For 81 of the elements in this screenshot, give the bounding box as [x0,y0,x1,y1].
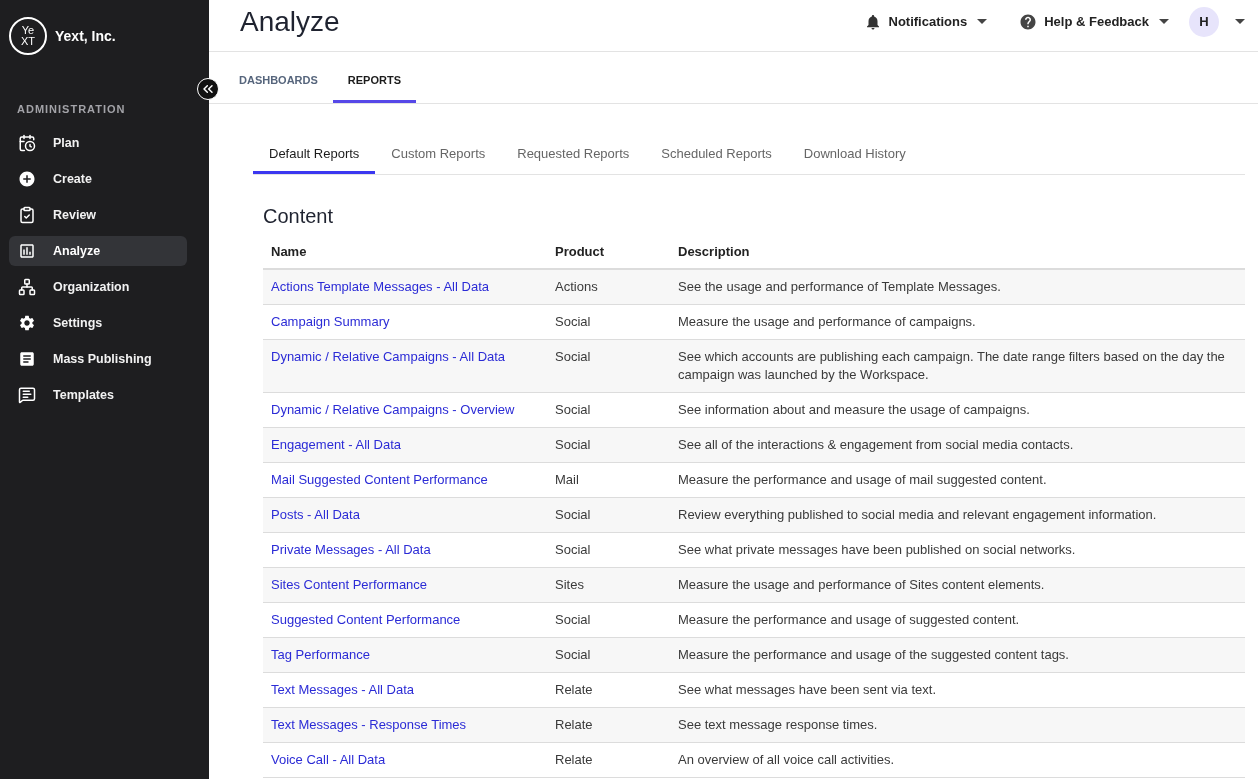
tab[interactable]: DASHBOARDS [224,52,333,103]
report-link[interactable]: Text Messages - Response Times [271,717,467,732]
description-cell-text: Measure the performance and usage of the suggested content tags. [677,646,1070,664]
product-cell-text: Social [554,348,592,366]
product-cell-text: Social [554,611,592,629]
column-header: Name [270,242,308,261]
nav-item[interactable]: Mass Publishing [9,344,187,374]
nav-item[interactable]: Settings [9,308,187,338]
section-label: ADMINISTRATION [17,102,126,116]
product-cell-text: Social [554,401,592,419]
report-link[interactable]: Dynamic / Relative Campaigns - Overview [271,402,515,417]
product-cell-text: Sites [554,576,585,594]
settings-icon [18,314,36,332]
description-cell-text: See which accounts are publishing each campaign. The date range filters based on the day the campaign was launched by the Workspace. [677,348,1226,384]
description-cell-text: See what messages have been sent via text. [677,681,937,699]
description-cell-text: See what private messages have been published on social networks. [677,541,1077,559]
caret-icon [977,19,988,24]
product-cell-text: Social [554,541,592,559]
tab[interactable]: REPORTS [332,52,417,103]
product-cell-text: Relate [554,716,594,734]
nav-item[interactable]: Create [9,164,187,194]
org-name: Yext, Inc. [55,26,116,46]
document-icon [18,350,36,368]
clipboard-check-icon [18,206,36,224]
column-header: Description [677,242,751,261]
description-cell-text: See text message response times. [677,716,879,734]
logo-icon: Ye XT [9,17,47,55]
product-cell-text: Relate [554,751,594,769]
chart-icon [18,242,36,260]
description-cell-text: See all of the interactions & engagement from social media contacts. [677,436,1075,454]
column-header: Product [554,242,606,261]
product-cell-text: Actions [554,278,599,296]
product-cell-text: Relate [554,681,594,699]
page-title: Analyze [240,4,340,39]
nav-item[interactable]: Plan [9,128,187,158]
product-cell-text: Social [554,646,592,664]
report-link[interactable]: Tag Performance [271,647,370,662]
report-link[interactable]: Sites Content Performance [271,577,428,592]
description-cell-text: See information about and measure the usage of campaigns. [677,401,1031,419]
hierarchy-icon [18,278,36,296]
description-cell-text: See the usage and performance of Template Messages. [677,278,1002,296]
product-cell-text: Social [554,506,592,524]
caret-icon [1235,19,1245,24]
report-link[interactable]: Private Messages - All Data [271,542,431,557]
product-cell-text: Mail [554,471,580,489]
caret-icon [1159,19,1169,24]
subtab[interactable]: Default Reports [253,137,376,174]
description-cell-text: Measure the usage and performance of Sites content elements. [677,576,1046,594]
report-link[interactable]: Engagement - All Data [271,437,402,452]
subtab[interactable]: Custom Reports [375,137,502,174]
report-link[interactable]: Campaign Summary [271,314,390,329]
message-icon [18,386,36,404]
description-cell-text: Review everything published to social media and relevant engagement information. [677,506,1158,524]
avatar: H [1189,6,1219,37]
help-button[interactable]: Help & Feedback [1019,11,1169,32]
section-heading: Content [263,204,335,229]
subtab[interactable]: Download History [787,137,922,174]
collapse-button[interactable] [197,78,219,100]
report-link[interactable]: Posts - All Data [271,507,360,522]
report-link[interactable]: Dynamic / Relative Campaigns - All Data [271,349,506,364]
subtab[interactable]: Requested Reports [501,137,646,174]
account-menu-button[interactable]: H [1189,6,1245,37]
description-cell-text: Measure the performance and usage of mail suggested content. [677,471,1048,489]
report-link[interactable]: Text Messages - All Data [271,682,415,697]
nav-item[interactable]: Review [9,200,187,230]
product-cell-text: Social [554,436,592,454]
subtab[interactable]: Scheduled Reports [645,137,788,174]
report-link[interactable]: Suggested Content Performance [271,612,461,627]
nav-item[interactable]: Templates [9,380,187,410]
report-link[interactable]: Actions Template Messages - All Data [271,279,489,294]
help-icon [1019,12,1038,31]
nav-item[interactable]: Analyze [9,236,187,266]
calendar-clock-icon [18,134,36,152]
notifications-button[interactable]: Notifications [863,11,988,32]
report-link[interactable]: Voice Call - All Data [271,752,386,767]
product-cell-text: Social [554,313,592,331]
description-cell-text: An overview of all voice call activities. [677,751,896,769]
nav-item[interactable]: Organization [9,272,187,302]
report-link[interactable]: Mail Suggested Content Performance [271,472,488,487]
description-cell-text: Measure the usage and performance of campaigns. [677,313,977,331]
description-cell-text: Measure the performance and usage of suggested content. [677,611,1021,629]
